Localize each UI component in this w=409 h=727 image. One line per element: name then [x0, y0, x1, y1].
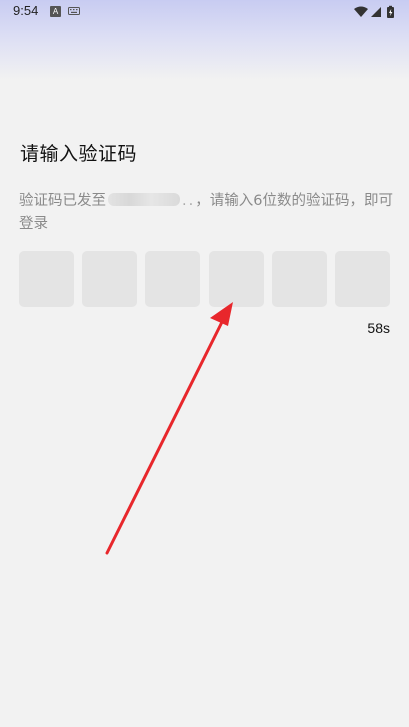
code-digit-box-6[interactable] [334, 251, 390, 307]
wifi-icon [354, 6, 368, 17]
battery-charging-icon [387, 5, 394, 18]
status-time: 9:54 [13, 3, 39, 18]
code-digit-box-5[interactable] [271, 251, 327, 307]
resend-countdown: 58s [367, 320, 390, 336]
annotation-arrow-icon [105, 302, 233, 555]
verification-hint: 验证码已发至 ..，请输入6位数的验证码，即可登录 [19, 190, 394, 236]
code-digit-box-1[interactable] [19, 251, 74, 307]
masked-dots: .. [182, 193, 196, 209]
hint-prefix: 验证码已发至 [19, 193, 106, 209]
code-digit-box-2[interactable] [82, 251, 138, 307]
page-title: 请输入验证码 [20, 143, 138, 165]
status-icons-right [353, 5, 397, 19]
code-digit-box-3[interactable] [145, 251, 201, 307]
masked-phone-number [108, 193, 180, 206]
signal-icon [371, 7, 381, 17]
keyboard-icon [68, 7, 80, 15]
a-notification-icon: A [50, 6, 61, 17]
code-input-row[interactable] [19, 251, 390, 307]
code-digit-box-4[interactable] [208, 251, 264, 307]
status-bar: 9:54 A [0, 0, 409, 24]
